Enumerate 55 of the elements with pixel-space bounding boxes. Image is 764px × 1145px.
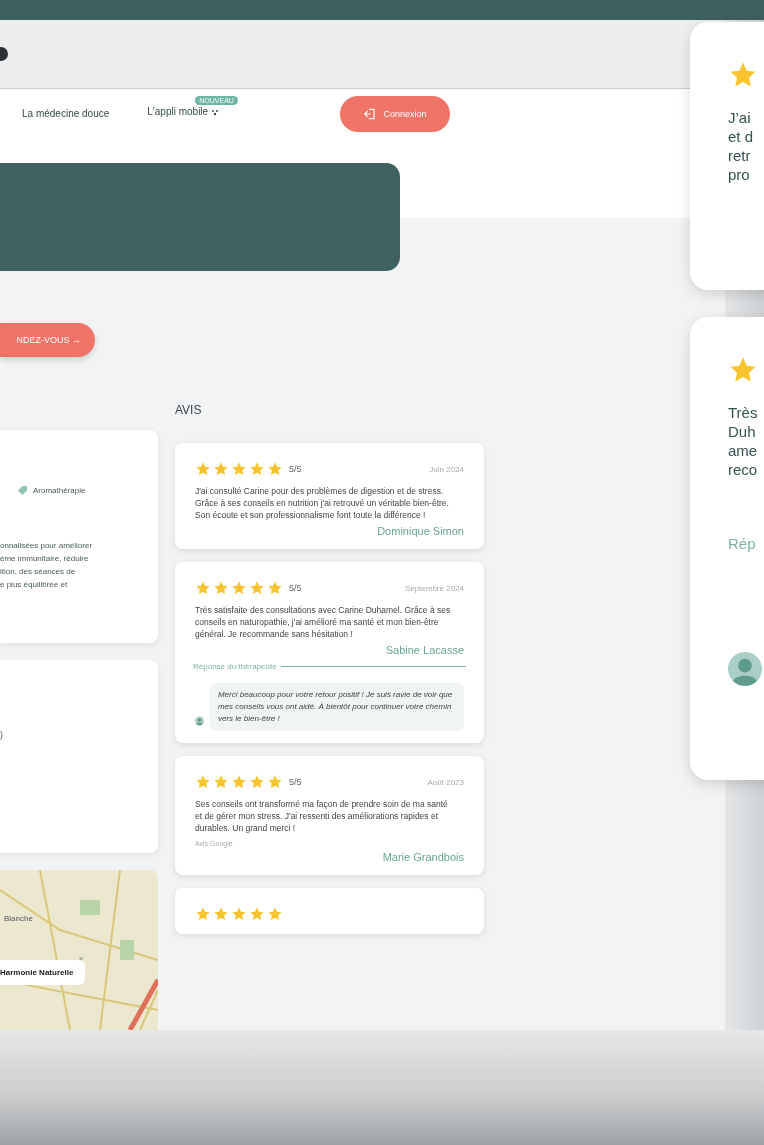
star-icon: [267, 461, 283, 477]
login-icon: [363, 106, 378, 121]
review-date: Juin 2024: [429, 464, 464, 474]
response-label: Rép: [728, 535, 757, 552]
review-text-line: Duh: [728, 422, 757, 441]
review-date: Août 2023: [427, 777, 464, 787]
star-icon: [249, 461, 265, 477]
review-score: 5/5: [289, 464, 302, 474]
star-icon: [195, 906, 211, 922]
star-icon: [249, 580, 265, 596]
star-icon: [267, 774, 283, 790]
review-text: Très satisfaite des consultations avec Carine Duhamel. Grâce à ses conseils en naturopathie, j'ai amélioré ma santé et mon bien-être général. Je recommande sans hésitation !: [195, 604, 452, 640]
review-text-line: et d: [728, 127, 755, 146]
star-icon: [213, 461, 229, 477]
review-author: Dominique Simon: [377, 525, 464, 537]
review-text-line: J’ai: [728, 108, 752, 127]
review-text-line: ame: [728, 441, 759, 460]
star-icon: [231, 906, 247, 922]
response-label: Réponse du thérapeute: [193, 662, 277, 671]
text-fragment: ): [0, 730, 4, 740]
star-icon: [213, 774, 229, 790]
star-icon: [267, 580, 283, 596]
star-icon: [249, 906, 265, 922]
star-icon: [195, 461, 211, 477]
review-score: 5/5: [289, 583, 302, 593]
review-text-line: retr: [728, 146, 752, 165]
map[interactable]: Blanche Harmonie Naturelle ×: [0, 870, 158, 1030]
section-heading: AVIS: [175, 403, 203, 419]
star-icon: [195, 774, 211, 790]
map-label: Blanche: [4, 914, 33, 923]
description-text: onnalisées pour améliorer ème immunitaire, réduire ition, des séances de e plus équilibrée et: [0, 540, 94, 591]
star-icon: [231, 461, 247, 477]
star-icon: [231, 580, 247, 596]
review-text: J'ai consulté Carine pour des problèmes de digestion et de stress. Grâce à ses conseils en nutrition j'ai retrouvé un véritable bien-être. Son écoute et son professionnalisme font toute la différence !: [195, 485, 450, 521]
star-icon: [267, 906, 283, 922]
sparkle-icon: [211, 107, 220, 116]
star-icon: [195, 580, 211, 596]
tag-icon: [18, 486, 27, 495]
star-icon: [213, 580, 229, 596]
response-bubble: Merci beaucoup pour votre retour positif ! Je suis ravie de voir que mes conseils vous ont aidé. À bientôt pour continuer votre chemin vers le bien-être !: [209, 683, 464, 731]
review-text-line: pro: [728, 165, 751, 184]
review-text-line: reco: [728, 460, 759, 479]
review-author: Marie Grandbois: [382, 851, 464, 863]
avatar-icon: [728, 652, 762, 686]
star-icon: [249, 774, 265, 790]
nav-link[interactable]: L'appli mobile: [147, 106, 209, 118]
specialty-tag: Aromathérapie: [0, 486, 158, 495]
star-icon: [213, 906, 229, 922]
review-author: Sabine Lacasse: [385, 644, 464, 656]
review-text-line: Très: [728, 403, 759, 422]
nav-link[interactable]: La médecine douce: [22, 108, 110, 120]
review-text: Ses conseils ont transformé ma façon de prendre soin de ma santé et de gérer mon stress. J'ai ressenti des améliorations rapides et durables. Un grand merci !: [195, 798, 449, 834]
review-date: Septembre 2024: [404, 583, 464, 593]
review-score: 5/5: [289, 777, 302, 787]
star-icon: [231, 774, 247, 790]
